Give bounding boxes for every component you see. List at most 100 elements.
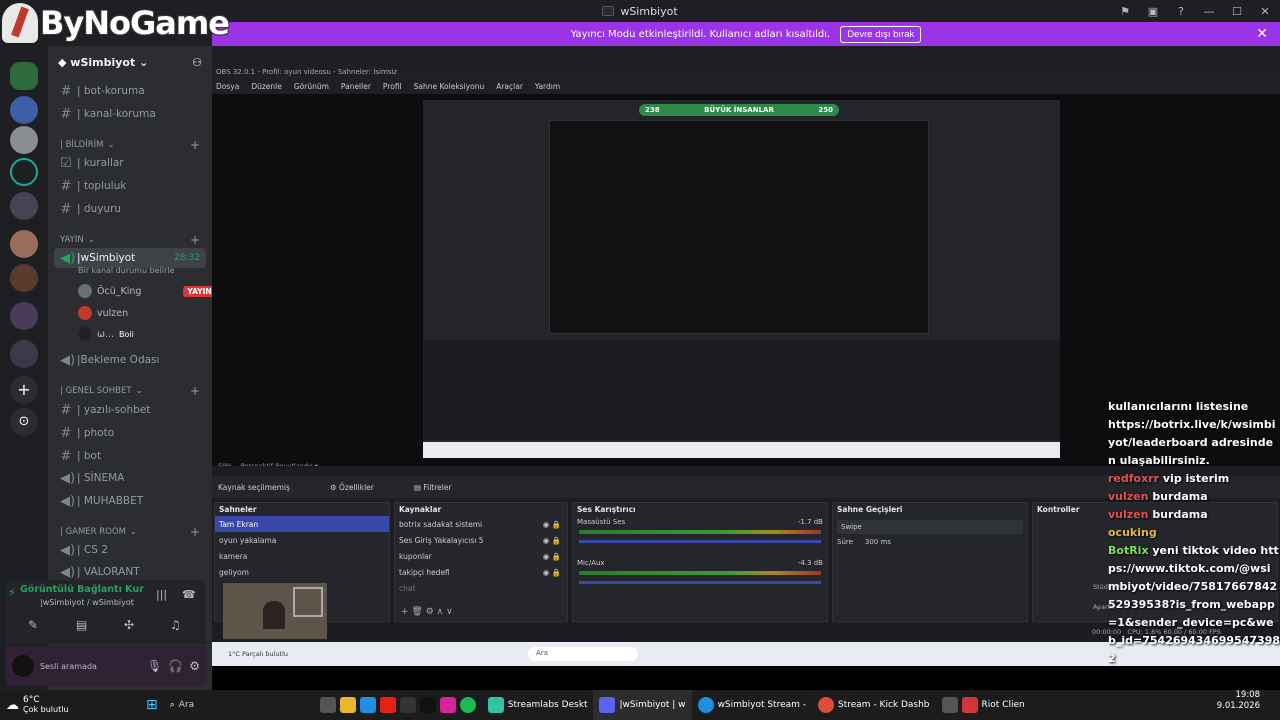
add-channel-icon[interactable]: + (190, 138, 200, 152)
channel-kurallar[interactable]: ☑ | kurallar (54, 153, 206, 173)
file-explorer-icon[interactable] (339, 697, 356, 713)
discover-icon[interactable]: ⊙ (10, 408, 38, 436)
eye-icon[interactable]: ◉ 🔒 (543, 568, 561, 577)
disconnect-icon[interactable]: ☎ (182, 588, 196, 601)
source-item[interactable]: Ses Giriş Yakalayıcısı 5 ◉ 🔒 (395, 532, 567, 548)
voice-user-ocu-king[interactable]: Öcü_King YAYINDA (78, 284, 228, 298)
menu-gorunum[interactable]: Görünüm (294, 82, 329, 91)
add-channel-icon[interactable]: + (190, 525, 200, 539)
category-bildirim[interactable]: | BİLDİRİM ⌄ + (60, 138, 210, 152)
channel-yazili-sohbet[interactable]: # | yazılı-sohbet (54, 400, 206, 420)
menu-sahne-koleksiyonu[interactable]: Sahne Koleksiyonu (414, 82, 485, 91)
volume-slider[interactable] (579, 581, 821, 584)
settings-icon[interactable]: ⚙ (189, 659, 200, 673)
scene-item[interactable]: geliyom (215, 564, 389, 580)
voice-user[interactable]: ω... Boii (78, 327, 134, 341)
maximize-button[interactable]: ☐ (1230, 4, 1244, 18)
server-header[interactable]: ◆ wSimbiyot ⌄ ⚇ (48, 46, 212, 78)
disable-streamer-mode-button[interactable]: Devre dışı bırak (840, 25, 922, 43)
microphone-icon[interactable]: 🎙 (147, 659, 162, 673)
camera-off-icon[interactable]: ✎ (28, 618, 38, 632)
channel-duyuru[interactable]: # | duyuru (54, 199, 206, 219)
filters-button[interactable]: ▤ Filtreler (414, 483, 452, 492)
transition-select[interactable]: Swipe (837, 520, 1023, 534)
voice-channel-muhabbet[interactable]: ◀) | MUHABBET (54, 491, 206, 511)
server-folder-icon[interactable] (10, 264, 38, 292)
invite-icon[interactable]: ⚇ (192, 56, 202, 69)
eye-icon[interactable]: ◉ 🔒 (543, 520, 561, 529)
voice-channel-wsimbiyot[interactable]: ◀) |wSimbiyot 28:32 (54, 248, 206, 268)
screen-icon[interactable]: ▣ (1146, 4, 1160, 18)
volume-slider[interactable] (579, 540, 821, 543)
menu-dosya[interactable]: Dosya (216, 82, 239, 91)
properties-button[interactable]: ⚙ Özellikler (330, 483, 374, 492)
noise-suppression-icon[interactable]: ||| (156, 588, 167, 601)
duration-input[interactable]: 300 ms (865, 538, 891, 546)
taskbar-clock[interactable]: 19:08 9.01.2026 (1211, 690, 1280, 720)
server-icon[interactable] (10, 126, 38, 154)
start-button[interactable]: ⊞ (140, 690, 164, 720)
server-icon-wsimbiyot[interactable] (10, 62, 38, 90)
taskbar-app-edge[interactable]: wSimbiyot Stream - (692, 690, 812, 720)
taskbar-app-discord[interactable]: |wSimbiyot | w (593, 690, 692, 720)
category-genel-sohbet[interactable]: | GENEL SOHBET ⌄ + (60, 384, 210, 398)
weather-widget[interactable]: ☁ 6°C Çok bulutlu (0, 690, 140, 720)
activities-icon[interactable]: ✣ (124, 618, 134, 632)
add-server-icon[interactable]: + (10, 376, 38, 404)
server-icon[interactable] (10, 96, 38, 124)
signal-icon[interactable]: ⚡ (8, 586, 16, 599)
scene-item[interactable]: oyun yakalama (215, 532, 389, 548)
voice-channel-valorant[interactable]: ◀) | VALORANT (54, 562, 206, 582)
youtube-icon[interactable] (379, 697, 396, 713)
category-yayin[interactable]: Yayın ⌄ + (60, 233, 210, 247)
voice-channel-bekleme[interactable]: ◀) |Bekleme Odası (54, 350, 206, 370)
menu-duzenle[interactable]: Düzenle (251, 82, 282, 91)
user-avatar[interactable] (12, 655, 34, 677)
source-item[interactable]: chat (395, 580, 567, 596)
channel-bot-koruma[interactable]: # | bot-koruma (54, 81, 206, 101)
soundboard-icon[interactable]: ♫ (170, 618, 181, 632)
source-item[interactable]: takipçi hedefi ◉ 🔒 (395, 564, 567, 580)
menu-profil[interactable]: Profil (383, 82, 402, 91)
help-icon[interactable]: ? (1174, 4, 1188, 18)
server-icon[interactable] (10, 158, 38, 186)
server-folder-icon[interactable] (10, 302, 38, 330)
instagram-icon[interactable] (439, 697, 456, 713)
taskbar-app-streamlabs[interactable]: Streamlabs Deskt (482, 690, 594, 720)
edge-icon[interactable] (359, 697, 376, 713)
close-button[interactable]: ✕ (1258, 4, 1272, 18)
taskbar-app-chrome[interactable]: Stream - Kick Dashb (812, 690, 936, 720)
channel-topluluk[interactable]: # | topluluk (54, 176, 206, 196)
capcut-icon[interactable] (399, 697, 416, 713)
scene-item[interactable]: kamera (215, 548, 389, 564)
voice-channel-sinema[interactable]: ◀) | SİNEMA (54, 468, 206, 488)
headphones-icon[interactable]: 🎧 (168, 659, 183, 673)
banner-close-icon[interactable]: ✕ (1256, 26, 1268, 42)
eye-icon[interactable]: ◉ 🔒 (543, 536, 561, 545)
voice-user-vulzen[interactable]: vulzen (78, 306, 128, 320)
channel-kanal-koruma[interactable]: # | kanal-koruma (54, 104, 206, 124)
category-gamer-room[interactable]: | Gamer Room ⌄ + (60, 525, 210, 539)
minimize-button[interactable]: — (1202, 4, 1216, 18)
server-folder-icon[interactable] (10, 192, 38, 220)
task-view-icon[interactable] (319, 697, 336, 713)
channel-bot[interactable]: # | bot (54, 446, 206, 466)
tiktok-icon[interactable] (419, 697, 436, 713)
voice-channel-path[interactable]: |wSimbiyot / wSimbiyot (40, 598, 134, 607)
channel-photo[interactable]: # | photo (54, 423, 206, 443)
spotify-icon[interactable] (459, 697, 476, 713)
menu-paneller[interactable]: Paneller (341, 82, 371, 91)
source-item[interactable]: botrix sadakat sistemi ◉ 🔒 (395, 516, 567, 532)
server-icon[interactable] (10, 230, 38, 258)
add-channel-icon[interactable]: + (190, 384, 200, 398)
menu-yardim[interactable]: Yardım (535, 82, 560, 91)
taskbar-search[interactable]: ⌕ Ara (164, 690, 314, 720)
voice-channel-cs2[interactable]: ◀) | CS 2 (54, 540, 206, 560)
menu-araclar[interactable]: Araçlar (496, 82, 523, 91)
taskbar-app-riot[interactable]: Riot Clien (936, 690, 1031, 720)
scene-item[interactable]: Tam Ekran (215, 516, 389, 532)
channel-status[interactable]: Bir kanal durumu belirle (78, 266, 174, 275)
eye-icon[interactable]: ◉ 🔒 (543, 552, 561, 561)
source-actions[interactable]: + 🗑 ⚙ ∧ ∨ (401, 607, 453, 617)
server-folder-icon[interactable] (10, 340, 38, 368)
